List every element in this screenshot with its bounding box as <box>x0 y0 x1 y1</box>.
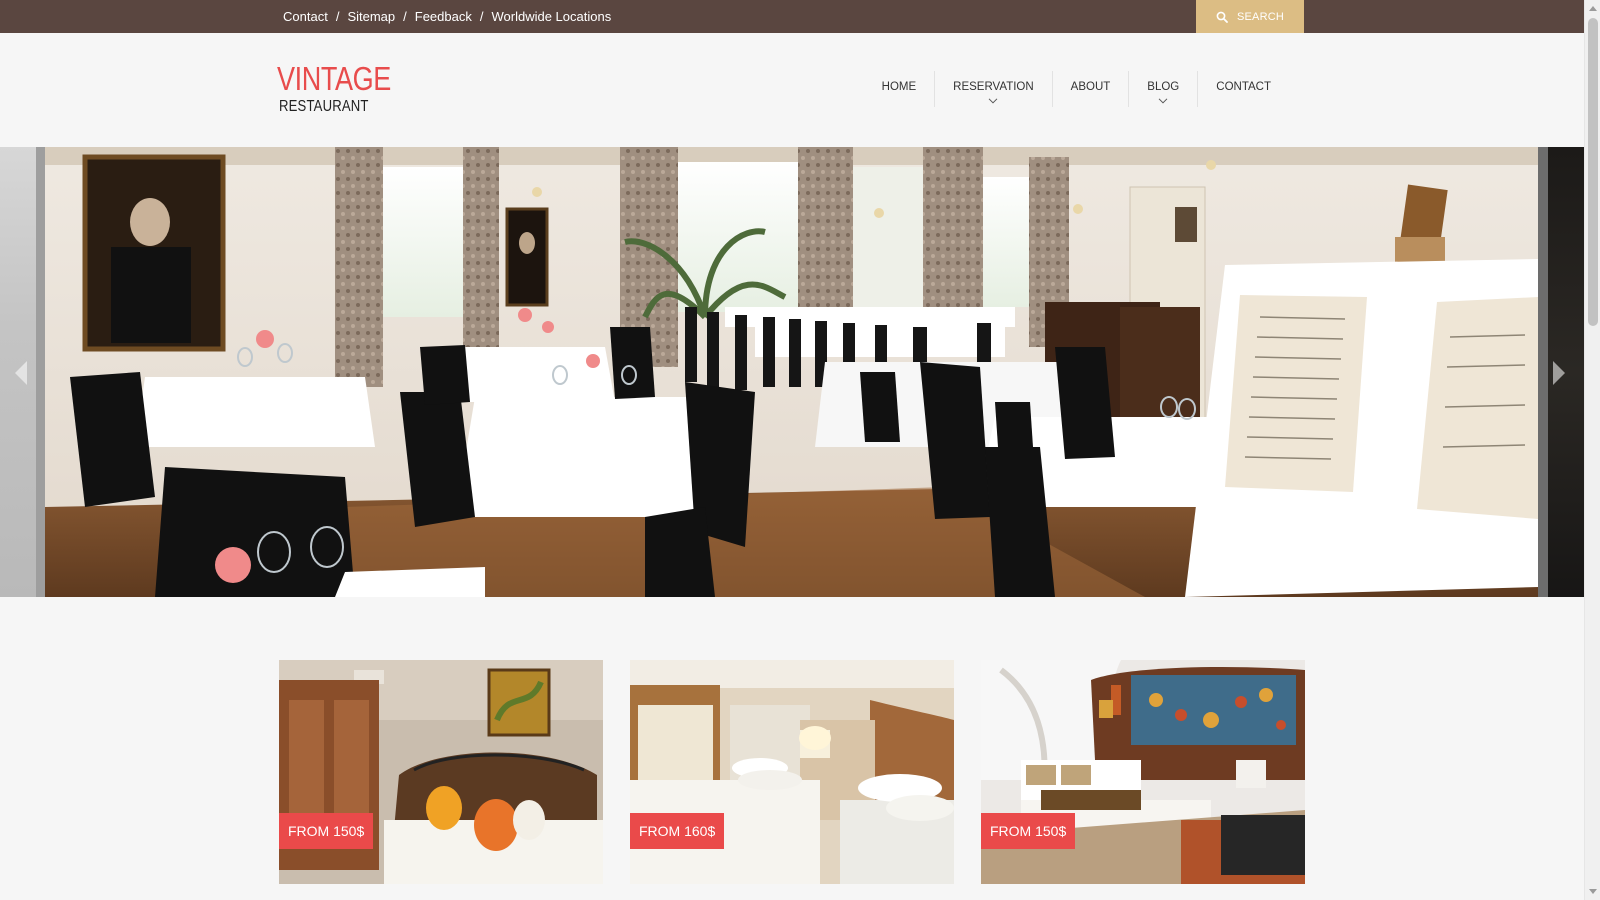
top-link-separator: / <box>403 9 407 24</box>
logo-title: VINTAGE <box>277 60 391 97</box>
site-header: VINTAGE RESTAURANT HOME RESERVATION ABOU… <box>0 33 1584 147</box>
logo-subtitle: RESTAURANT <box>279 98 369 115</box>
room-card[interactable]: FROM 150$ <box>279 660 603 884</box>
nav-item-about[interactable]: ABOUT <box>1051 71 1129 107</box>
room-photo <box>630 660 954 884</box>
room-cards: FROM 150$ FROM 160$ FROM 150$ <box>279 660 1305 884</box>
logo[interactable]: VINTAGE RESTAURANT <box>277 62 416 116</box>
price-tag: FROM 150$ <box>279 813 374 849</box>
search-button-label: SEARCH <box>1236 10 1285 23</box>
nav-item-label: ABOUT <box>1070 81 1111 93</box>
top-link-contact[interactable]: Contact <box>283 9 328 24</box>
nav-item-label: HOME <box>881 81 917 93</box>
hero-image-restaurant-dining-room <box>45 147 1538 597</box>
top-link-sitemap[interactable]: Sitemap <box>347 9 395 24</box>
scrollbar-thumb[interactable] <box>1588 18 1598 326</box>
top-link-feedback[interactable]: Feedback <box>415 9 472 24</box>
price-tag: FROM 160$ <box>630 813 725 849</box>
slide-edge <box>1538 147 1548 597</box>
nav-item-blog[interactable]: BLOG <box>1128 71 1197 107</box>
nav-item-home[interactable]: HOME <box>864 71 935 107</box>
main-nav: HOME RESERVATION ABOUT BLOG CONTACT <box>864 71 1289 117</box>
nav-item-contact[interactable]: CONTACT <box>1197 71 1289 107</box>
restaurant-scene <box>45 147 1538 597</box>
page-scrollbar[interactable] <box>1584 0 1600 900</box>
top-links: Contact / Sitemap / Feedback / Worldwide… <box>283 0 611 33</box>
scroll-down-arrow-icon[interactable] <box>1589 889 1597 894</box>
top-link-worldwide-locations[interactable]: Worldwide Locations <box>491 9 611 24</box>
room-photo <box>279 660 603 884</box>
nav-item-reservation[interactable]: RESERVATION <box>934 71 1052 107</box>
top-link-separator: / <box>479 9 484 24</box>
top-bar: Contact / Sitemap / Feedback / Worldwide… <box>0 0 1584 33</box>
nav-item-label: CONTACT <box>1216 81 1271 93</box>
room-card[interactable]: FROM 160$ <box>630 660 954 884</box>
room-photo <box>981 660 1305 884</box>
nav-item-label: BLOG <box>1147 81 1180 93</box>
chevron-right-icon[interactable] <box>1550 359 1568 387</box>
nav-item-label: RESERVATION <box>953 81 1034 93</box>
chevron-left-icon[interactable] <box>12 359 30 387</box>
search-button[interactable]: SEARCH <box>1196 0 1304 33</box>
search-icon <box>1216 11 1228 23</box>
room-card[interactable]: FROM 150$ <box>981 660 1305 884</box>
scroll-up-arrow-icon[interactable] <box>1589 6 1597 11</box>
price-tag: FROM 150$ <box>981 813 1076 849</box>
slide-edge <box>36 147 45 597</box>
top-link-separator: / <box>335 9 340 24</box>
chevron-down-icon <box>989 98 998 104</box>
hero-slider <box>0 147 1584 597</box>
chevron-down-icon <box>1158 98 1168 104</box>
